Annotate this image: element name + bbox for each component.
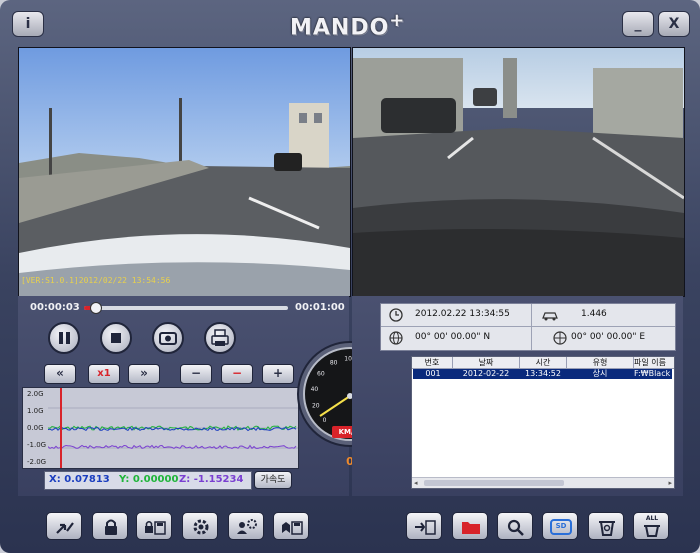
zoom-out-button[interactable]: − bbox=[180, 364, 212, 384]
col-number[interactable]: 번호 bbox=[412, 357, 453, 369]
rewind-button[interactable]: « bbox=[44, 364, 76, 384]
all-label: ALL bbox=[645, 515, 659, 522]
table-row[interactable]: 001 2012-02-22 13:34:52 상시 F:₩Black bbox=[413, 369, 672, 379]
gps-info-box: 2012.02.22 13:34:55 1.446 00° 00' 00.00"… bbox=[380, 303, 676, 351]
video-timestamp-overlay: [VER:S1.0.1]2012/02/22 13:54:56 bbox=[21, 276, 171, 285]
scroll-thumb[interactable] bbox=[424, 480, 564, 486]
x-value: X: 0.07813 bbox=[49, 474, 110, 485]
rear-camera-view[interactable] bbox=[352, 47, 685, 297]
import-icon bbox=[415, 520, 436, 535]
gauge-tick-label: 80 bbox=[330, 359, 338, 366]
speed-button[interactable]: x1 bbox=[88, 364, 120, 384]
horizontal-scrollbar[interactable]: ◂ ▸ bbox=[412, 477, 674, 488]
info-button[interactable]: i bbox=[12, 11, 44, 37]
row-file: F:₩Black bbox=[634, 369, 671, 378]
snapshot-button[interactable] bbox=[152, 322, 184, 354]
save-lock-button[interactable] bbox=[136, 512, 172, 540]
gauge-tick-label: 0 bbox=[323, 417, 327, 424]
car-distance-icon bbox=[542, 312, 558, 321]
gsensor-graph: 2.0G 1.0G 0.0G -1.0G -2.0G bbox=[22, 387, 299, 469]
seek-thumb[interactable] bbox=[90, 302, 103, 314]
zoom-level-button[interactable]: − bbox=[221, 364, 253, 384]
col-filename[interactable]: 파일 이름 bbox=[634, 357, 674, 369]
import-button[interactable] bbox=[406, 512, 442, 540]
settings-icon bbox=[193, 519, 209, 535]
map-save-icon bbox=[282, 521, 303, 535]
delete-all-button[interactable]: ALL bbox=[633, 512, 669, 540]
gauge-tick-label: 60 bbox=[317, 370, 325, 377]
search-icon bbox=[507, 519, 524, 536]
lock-button[interactable] bbox=[92, 512, 128, 540]
folder-button[interactable] bbox=[452, 512, 488, 540]
elapsed-time: 00:00:03 bbox=[30, 302, 80, 313]
export-icon bbox=[56, 522, 74, 534]
latitude: 00° 00' 00.00" N bbox=[415, 332, 491, 342]
distance-value: 1.446 bbox=[581, 309, 607, 319]
file-list-table[interactable]: 번호 날짜 시간 유형 파일 이름 001 2012-02-22 13:34:5… bbox=[411, 356, 675, 489]
minimize-button[interactable]: _ bbox=[622, 11, 654, 37]
y-label-neg2g: -2.0G bbox=[27, 458, 47, 466]
folder-icon bbox=[462, 522, 480, 534]
save-lock-icon bbox=[145, 521, 166, 535]
stop-button[interactable] bbox=[100, 322, 132, 354]
xyz-readout: X: 0.07813 Y: 0.00000 Z: -1.15234 bbox=[44, 471, 252, 490]
front-camera-view[interactable]: [VER:S1.0.1]2012/02/22 13:54:56 bbox=[18, 47, 351, 297]
gsensor-plot bbox=[48, 388, 298, 468]
logo-text: MANDO bbox=[290, 15, 390, 41]
col-type[interactable]: 유형 bbox=[567, 357, 634, 369]
y-label-1g: 1.0G bbox=[27, 407, 44, 415]
sd-card-button[interactable]: SD bbox=[542, 512, 578, 540]
app-logo: MANDO+ bbox=[290, 10, 405, 40]
fast-forward-button[interactable]: » bbox=[128, 364, 160, 384]
compass-icon bbox=[553, 331, 567, 345]
row-number: 001 bbox=[425, 369, 441, 378]
delete-icon bbox=[599, 521, 615, 536]
y-value: Y: 0.00000 bbox=[119, 474, 179, 485]
row-date: 2012-02-22 bbox=[462, 369, 510, 378]
acceleration-button[interactable]: 가속도 bbox=[254, 471, 292, 489]
title-bar: i MANDO+ _ X bbox=[0, 0, 700, 44]
delete-button[interactable] bbox=[588, 512, 624, 540]
longitude: 00° 00' 00.00" E bbox=[571, 332, 646, 342]
gauge-tick-label: 20 bbox=[312, 403, 320, 410]
export-button[interactable] bbox=[46, 512, 82, 540]
close-button[interactable]: X bbox=[658, 11, 690, 37]
zoom-in-button[interactable]: + bbox=[262, 364, 294, 384]
seek-bar[interactable] bbox=[84, 302, 288, 314]
stop-icon bbox=[111, 333, 121, 343]
front-video-scene bbox=[19, 98, 350, 296]
camera-icon bbox=[159, 332, 177, 345]
search-button[interactable] bbox=[497, 512, 533, 540]
map-save-button[interactable] bbox=[273, 512, 309, 540]
scroll-left-icon[interactable]: ◂ bbox=[414, 479, 418, 487]
rear-video-scene bbox=[353, 58, 684, 296]
lock-icon bbox=[105, 519, 117, 535]
date-time: 2012.02.22 13:34:55 bbox=[415, 309, 510, 319]
y-label-0g: 0.0G bbox=[27, 424, 44, 432]
col-date[interactable]: 날짜 bbox=[453, 357, 520, 369]
pause-icon bbox=[59, 332, 70, 344]
clock-icon bbox=[389, 308, 403, 322]
gauge-tick-label: 40 bbox=[311, 386, 319, 393]
print-button[interactable] bbox=[204, 322, 236, 354]
row-time: 13:34:52 bbox=[525, 369, 561, 378]
scroll-right-icon[interactable]: ▸ bbox=[668, 479, 672, 487]
settings-button[interactable] bbox=[182, 512, 218, 540]
sd-label: SD bbox=[555, 522, 567, 530]
pause-button[interactable] bbox=[48, 322, 80, 354]
z-value: Z: -1.15234 bbox=[179, 474, 244, 485]
user-settings-icon bbox=[237, 519, 257, 534]
col-time[interactable]: 시간 bbox=[520, 357, 567, 369]
row-type: 상시 bbox=[592, 369, 608, 378]
printer-icon bbox=[211, 329, 229, 346]
y-label-neg1g: -1.0G bbox=[27, 441, 47, 449]
globe-icon bbox=[389, 331, 403, 345]
logo-plus: + bbox=[389, 10, 406, 31]
y-label-2g: 2.0G bbox=[27, 390, 44, 398]
user-settings-button[interactable] bbox=[228, 512, 264, 540]
total-time: 00:01:00 bbox=[295, 302, 345, 313]
